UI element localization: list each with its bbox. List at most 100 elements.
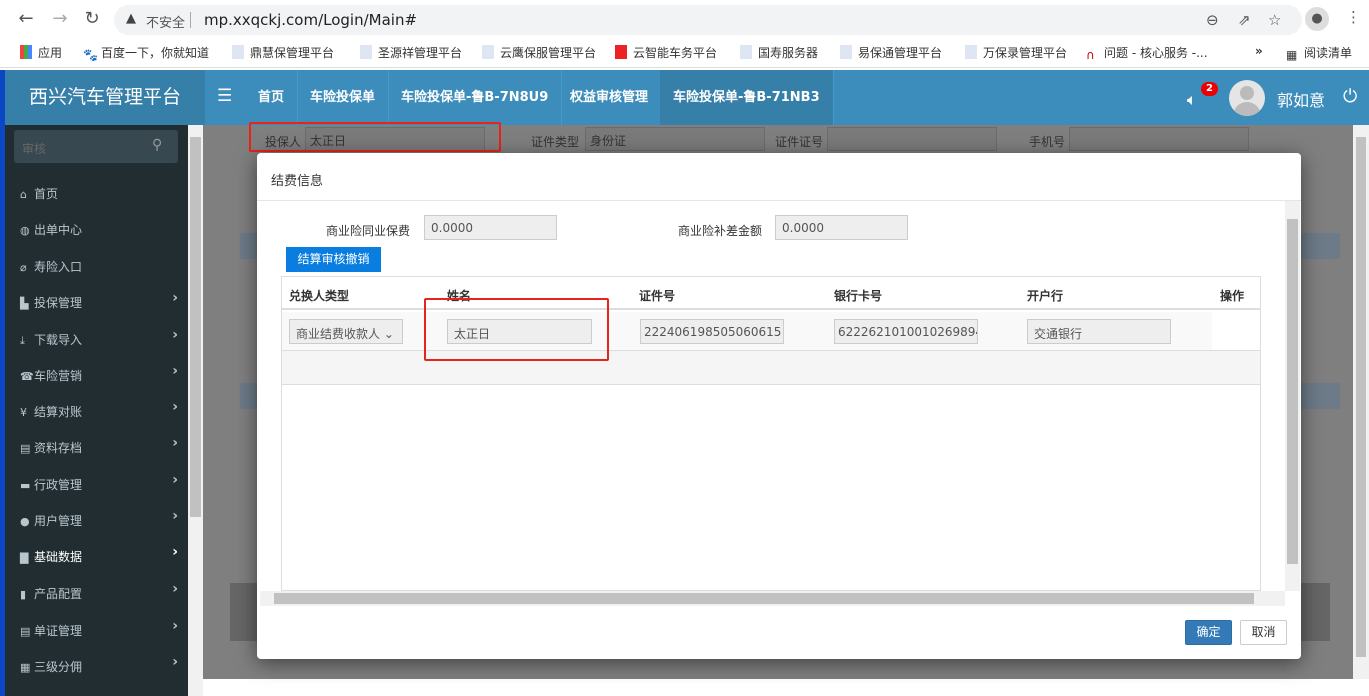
notification-badge: 2 <box>1201 82 1218 96</box>
tab-policy-7n8u9[interactable]: 车险投保单-鲁B-7N8U9 <box>388 70 563 125</box>
diff-amount-input[interactable]: 0.0000 <box>775 215 908 240</box>
bookmark[interactable]: 鼎慧保管理平台 <box>232 44 334 61</box>
chevron-right-icon: › <box>172 363 178 379</box>
power-icon[interactable]: ⏻ <box>1343 86 1357 107</box>
chevron-right-icon: › <box>172 399 178 415</box>
bank-card-input[interactable]: 6222621010010269894 <box>834 319 978 344</box>
sidebar-item[interactable]: ⤓ 下载导入 › <box>20 327 180 351</box>
same-premium-value: 0.0000 <box>431 221 473 235</box>
sidebar-item[interactable]: ⌀ 寿险入口 <box>20 258 180 278</box>
id-no-input[interactable] <box>827 127 997 151</box>
menu-icon[interactable]: ⋮ <box>1346 8 1361 26</box>
diff-amount-label: 商业险补差金额 <box>678 224 763 238</box>
bookmarks-bar: 应用 🐾 百度一下，你就知道 鼎慧保管理平台 圣源祥管理平台 云鹰保服管理平台 云… <box>0 36 1369 68</box>
dialog-horizontal-scrollbar[interactable] <box>260 591 1285 606</box>
menu-item-icon: ▬ <box>20 479 31 492</box>
tab-home[interactable]: 首页 <box>245 70 299 125</box>
sidebar-item[interactable]: ▦ 三级分佣 › <box>20 654 180 678</box>
same-premium-label: 商业险同业保费 <box>326 224 411 238</box>
sidebar-item[interactable]: ▮ 产品配置 › <box>20 581 180 605</box>
chevron-right-icon: › <box>172 508 178 524</box>
diff-amount-value: 0.0000 <box>782 221 824 235</box>
star-icon[interactable]: ☆ <box>1268 11 1281 29</box>
revoke-settlement-button[interactable]: 结算审核撤销 <box>286 247 381 272</box>
menu-item-icon: ⌂ <box>20 188 27 201</box>
search-icon[interactable]: ⚲ <box>152 137 162 153</box>
sidebar-scrollbar[interactable] <box>188 125 203 696</box>
bookmark[interactable]: 易保通管理平台 <box>840 44 942 61</box>
reading-list[interactable]: ▦ 阅读清单 <box>1286 44 1352 62</box>
sidebar-item-label: 单证管理 <box>34 624 83 638</box>
menu-item-icon: ▮ <box>20 588 27 601</box>
cancel-button[interactable]: 取消 <box>1240 620 1287 645</box>
column-header: 银行卡号 <box>834 289 883 303</box>
sidebar-item[interactable]: ⌂ 首页 <box>20 185 180 205</box>
sidebar-item[interactable]: ◍ 出单中心 <box>20 221 180 241</box>
security-label: 不安全 <box>146 16 186 31</box>
speaker-icon[interactable]: 🔈︎ <box>1187 90 1197 110</box>
bookmark[interactable]: 云智能车务平台 <box>615 44 717 61</box>
chevron-right-icon: › <box>172 544 178 560</box>
bank-input[interactable]: 交通银行 <box>1027 319 1171 344</box>
url-text[interactable]: mp.xxqckj.com/Login/Main# <box>204 11 417 29</box>
chevron-down-icon: ⌄ <box>383 327 394 341</box>
sidebar-item-label: 行政管理 <box>34 478 83 492</box>
app-logo[interactable]: 西兴汽车管理平台 <box>5 70 205 125</box>
sidebar-item[interactable]: ▬ 行政管理 › <box>20 472 180 496</box>
column-header: 开户行 <box>1027 289 1064 303</box>
reload-icon[interactable]: ↻ <box>82 8 102 29</box>
profile-icon[interactable]: ● <box>1305 7 1329 31</box>
confirm-button[interactable]: 确定 <box>1185 620 1232 645</box>
chevron-right-icon: › <box>172 327 178 343</box>
chevron-right-icon: › <box>172 654 178 670</box>
bookmark-apps[interactable]: 应用 <box>20 44 62 61</box>
bookmark[interactable]: 国寿服务器 <box>740 44 818 61</box>
sidebar-item[interactable]: ¥ 结算对账 › <box>20 399 180 423</box>
sidebar-item-label: 用户管理 <box>34 514 83 528</box>
address-bar[interactable]: ▲ 不安全 mp.xxqckj.com/Login/Main# ⊖ ⇗ ☆ <box>114 5 1302 35</box>
more-bookmarks-button[interactable]: » <box>1255 44 1263 58</box>
sidebar-item[interactable]: ▤ 单证管理 › <box>20 618 180 642</box>
chevron-right-icon: › <box>172 581 178 597</box>
hamburger-icon[interactable]: ☰ <box>217 86 232 106</box>
bank-value: 交通银行 <box>1034 327 1083 341</box>
phone-input[interactable] <box>1069 127 1249 151</box>
zoom-icon[interactable]: ⊖ <box>1206 11 1219 29</box>
menu-item-icon: ⤓ <box>20 334 25 347</box>
sidebar-item[interactable]: ▤ 资料存档 › <box>20 435 180 459</box>
bookmark[interactable]: 圣源祥管理平台 <box>360 44 462 61</box>
menu-item-icon: ¥ <box>20 406 27 419</box>
bookmark[interactable]: ∩ 问题 - 核心服务 -... <box>1086 44 1208 62</box>
share-icon[interactable]: ⇗ <box>1238 11 1251 29</box>
forward-icon[interactable]: → <box>50 8 70 29</box>
page-bottom <box>203 679 1369 696</box>
same-premium-input[interactable]: 0.0000 <box>424 215 557 240</box>
sidebar-item[interactable]: ▙ 投保管理 › <box>20 290 180 314</box>
highlight-box <box>424 298 609 361</box>
sidebar-item[interactable]: ☎车险营销 › <box>20 363 180 387</box>
payee-type-select[interactable]: 商业结费收款人 ⌄ <box>289 319 403 344</box>
id-number-input[interactable]: 222406198505060615 <box>640 319 784 344</box>
menu-item-icon: ⌀ <box>20 261 27 274</box>
menu-item-icon: ● <box>20 515 30 528</box>
tab-policy[interactable]: 车险投保单 <box>297 70 390 125</box>
avatar[interactable] <box>1229 80 1265 116</box>
page-scrollbar[interactable] <box>1353 125 1369 679</box>
back-icon[interactable]: ← <box>16 8 36 29</box>
sidebar-item[interactable]: ● 用户管理 › <box>20 508 180 532</box>
sidebar-search-input[interactable]: 审核 ⚲ <box>14 130 178 163</box>
user-name[interactable]: 郭如意 <box>1277 87 1325 111</box>
bookmark[interactable]: 🐾 百度一下，你就知道 <box>83 44 209 62</box>
search-placeholder: 审核 <box>22 142 47 156</box>
bookmark[interactable]: 云鹰保服管理平台 <box>482 44 596 61</box>
menu-item-icon: ▦ <box>20 661 31 674</box>
bookmark[interactable]: 万保录管理平台 <box>965 44 1067 61</box>
sidebar-item[interactable]: ▇ 基础数据 › <box>20 544 180 568</box>
id-type-select[interactable]: 身份证 <box>585 127 765 151</box>
tab-rights-review[interactable]: 权益审核管理 <box>557 70 663 125</box>
menu-item-icon: ▤ <box>20 442 31 455</box>
tab-policy-71nb3[interactable]: 车险投保单-鲁B-71NB3 <box>660 70 834 125</box>
sidebar-item-label: 出单中心 <box>34 223 83 237</box>
payee-type-value: 商业结费收款人 <box>296 327 381 341</box>
dialog-vertical-scrollbar[interactable] <box>1285 201 1300 591</box>
